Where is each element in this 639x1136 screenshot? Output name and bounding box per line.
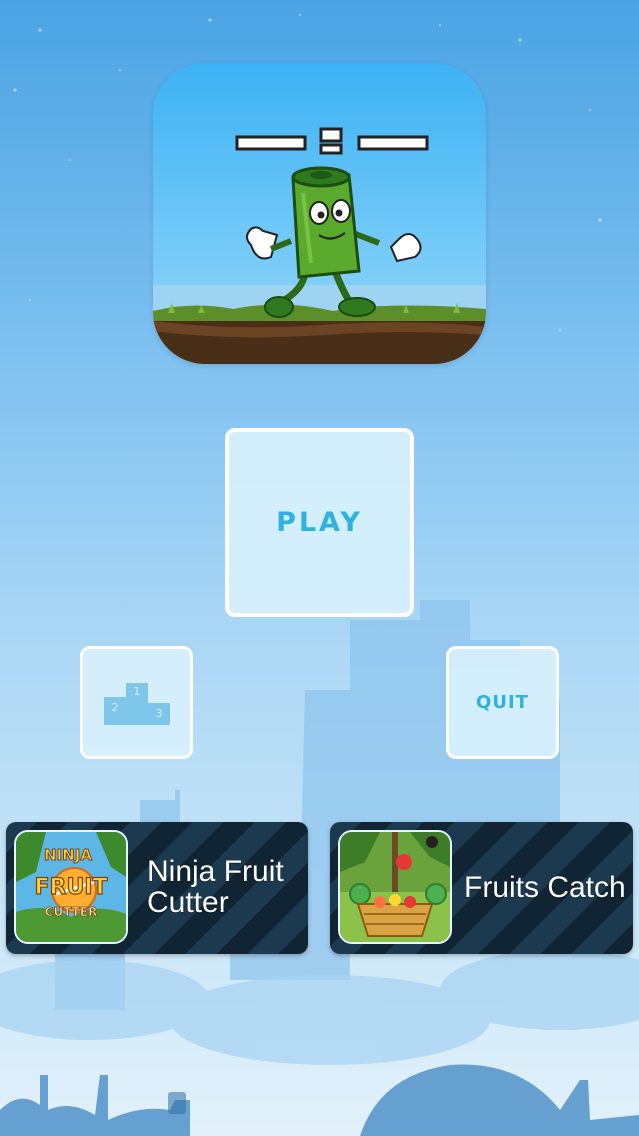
thumb-text-cutter: CUTTER xyxy=(45,905,98,919)
propeller-icon xyxy=(235,127,429,155)
thumb-text-ninja: NINJA xyxy=(44,846,92,864)
quit-button[interactable]: QUIT xyxy=(446,646,559,759)
thumb-text-fruit: FRUIT xyxy=(34,875,107,900)
promo-title: Ninja Fruit Cutter xyxy=(147,855,284,919)
game-logo-icon xyxy=(153,63,486,364)
podium-rank-2: 2 xyxy=(111,701,118,714)
podium-icon: 1 2 3 xyxy=(103,682,170,725)
promo-fruits-catch[interactable]: Fruits Catch xyxy=(330,822,633,954)
promo-ninja-fruit-cutter[interactable]: NINJA FRUIT CUTTER Ninja Fruit Cutter xyxy=(6,822,308,954)
quit-button-label: QUIT xyxy=(476,692,529,713)
fruits-catch-thumbnail xyxy=(338,830,452,944)
podium-rank-1: 1 xyxy=(133,685,140,698)
promo-title: Fruits Catch xyxy=(464,871,626,904)
ninja-fruit-cutter-thumbnail: NINJA FRUIT CUTTER xyxy=(14,830,128,944)
play-button[interactable]: PLAY xyxy=(225,428,414,617)
play-button-label: PLAY xyxy=(276,507,363,538)
podium-rank-3: 3 xyxy=(155,707,162,720)
leaderboard-button[interactable]: 1 2 3 xyxy=(80,646,193,759)
